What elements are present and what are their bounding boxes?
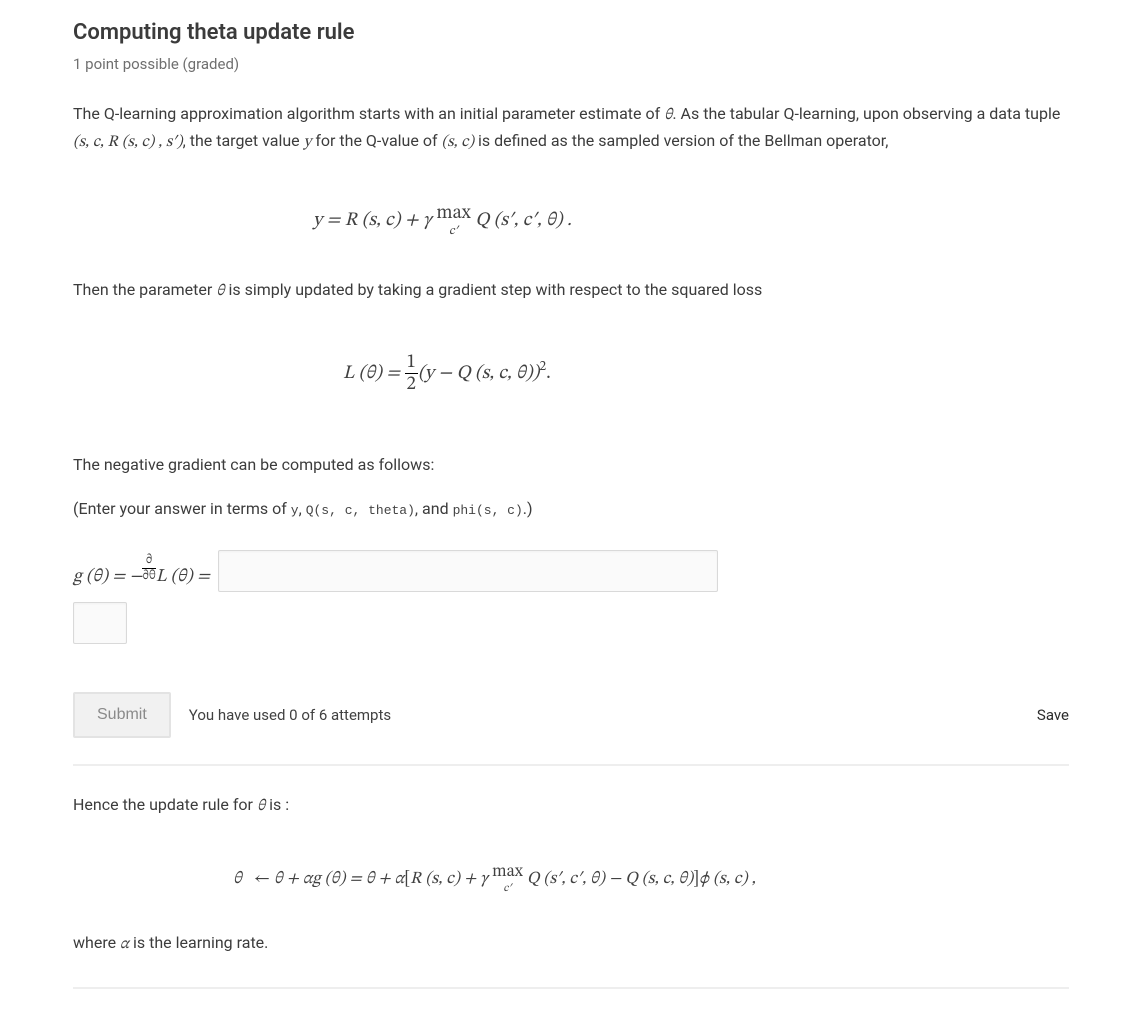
prefix-g: g (θ) = − [73, 568, 142, 586]
p1-text-e: is defined as the sampled version of the… [474, 131, 888, 150]
divider-2 [73, 987, 1069, 989]
eq3-b: R (s, c) + γ [410, 871, 492, 888]
alpha-inline: α [120, 936, 129, 952]
eq1-max-top: max [436, 204, 470, 223]
prefix-L: L (θ) = [156, 568, 210, 586]
secondary-input[interactable] [73, 602, 127, 644]
answer-input[interactable] [218, 550, 718, 592]
hint-end: .) [523, 499, 533, 518]
eq3-a: θ + αg (θ) = θ + α [270, 871, 404, 888]
eq3-max-top: max [492, 864, 523, 881]
eq2-mid: (y − Q (s, c, θ)) [418, 364, 539, 383]
p5-text-b: is the learning rate. [129, 933, 268, 952]
problem-title: Computing theta update rule [73, 20, 1069, 45]
eq2-half: 12 [405, 353, 418, 394]
prefix-partial-num: ∂ [142, 554, 155, 570]
submit-row: Submit You have used 0 of 6 attempts Sav… [73, 692, 1069, 738]
p1-text-d: for the Q-value of [311, 131, 441, 150]
hint-line: (Enter your answer in terms of y, Q(s, c… [73, 496, 1069, 522]
paragraph-2: Then the parameter θ is simply updated b… [73, 277, 1069, 304]
hint-term-3: phi(s, c) [453, 503, 523, 518]
p4-text-a: Hence the update rule for [73, 795, 257, 814]
eq1-rhs: Q (s′, c′, θ) . [471, 211, 572, 230]
equation-loss: L (θ) = 12(y − Q (s, c, θ))2. [73, 313, 1069, 434]
theta-inline-3: θ [257, 798, 265, 814]
paragraph-3: The negative gradient can be computed as… [73, 452, 1069, 478]
p1-text-a: The Q-learning approximation algorithm s… [73, 104, 664, 123]
tuple-math: (s, c, R (s, c) , s′) [73, 134, 183, 150]
eq3-arrow: ← [254, 871, 270, 888]
eq3-c: Q (s′, c′, θ) − Q (s, c, θ) [523, 871, 693, 888]
eq2-num: 1 [405, 353, 418, 374]
answer-row: g (θ) = −∂∂θL (θ) = [73, 550, 1069, 592]
submit-button[interactable]: Submit [73, 692, 171, 738]
paragraph-4: Hence the update rule for θ is : [73, 792, 1069, 819]
eq1-lhs: y = R (s, c) + γ [313, 211, 436, 230]
equation-update: θ ← θ + αg (θ) = θ + α[R (s, c) + γ maxc… [73, 828, 1069, 930]
hint-and: , and [415, 499, 453, 518]
attempts-text: You have used 0 of 6 attempts [189, 706, 1019, 724]
eq3-max-bot: c′ [492, 883, 523, 894]
eq3-theta: θ [233, 871, 242, 888]
eq3-d: ϕ (s, c) , [699, 871, 756, 888]
eq2-den: 2 [405, 374, 418, 394]
hint-term-1: y [291, 503, 299, 518]
save-link[interactable]: Save [1037, 706, 1069, 724]
prefix-partial: ∂∂θ [142, 554, 155, 584]
hint-sep-1: , [299, 499, 306, 518]
p5-text-a: where [73, 933, 120, 952]
prefix-partial-den: ∂θ [142, 569, 155, 584]
hint-a: (Enter your answer in terms of [73, 499, 291, 518]
p2-text-b: is simply updated by taking a gradient s… [225, 280, 763, 299]
p4-text-b: is : [265, 795, 289, 814]
eq1-max: max c′ [436, 204, 470, 237]
eq2-end: . [546, 364, 551, 383]
points-label: 1 point possible (graded) [73, 55, 1069, 73]
p1-text-b: . As the tabular Q-learning, upon observ… [672, 104, 1060, 123]
equation-target-y: y = R (s, c) + γ max c′ Q (s′, c′, θ) . [73, 164, 1069, 277]
answer-prefix: g (θ) = −∂∂θL (θ) = [73, 554, 210, 589]
divider-1 [73, 764, 1069, 766]
eq2-lhs: L (θ) = [343, 364, 405, 383]
eq3-max: max c′ [492, 864, 523, 894]
paragraph-1: The Q-learning approximation algorithm s… [73, 101, 1069, 156]
sc-math: (s, c) [441, 134, 474, 150]
hint-term-2: Q(s, c, theta) [306, 503, 415, 518]
eq1-max-bot: c′ [436, 225, 470, 237]
p2-text-a: Then the parameter [73, 280, 216, 299]
paragraph-5: where α is the learning rate. [73, 930, 1069, 957]
p1-text-c: , the target value [183, 131, 304, 150]
theta-inline-2: θ [216, 283, 224, 299]
